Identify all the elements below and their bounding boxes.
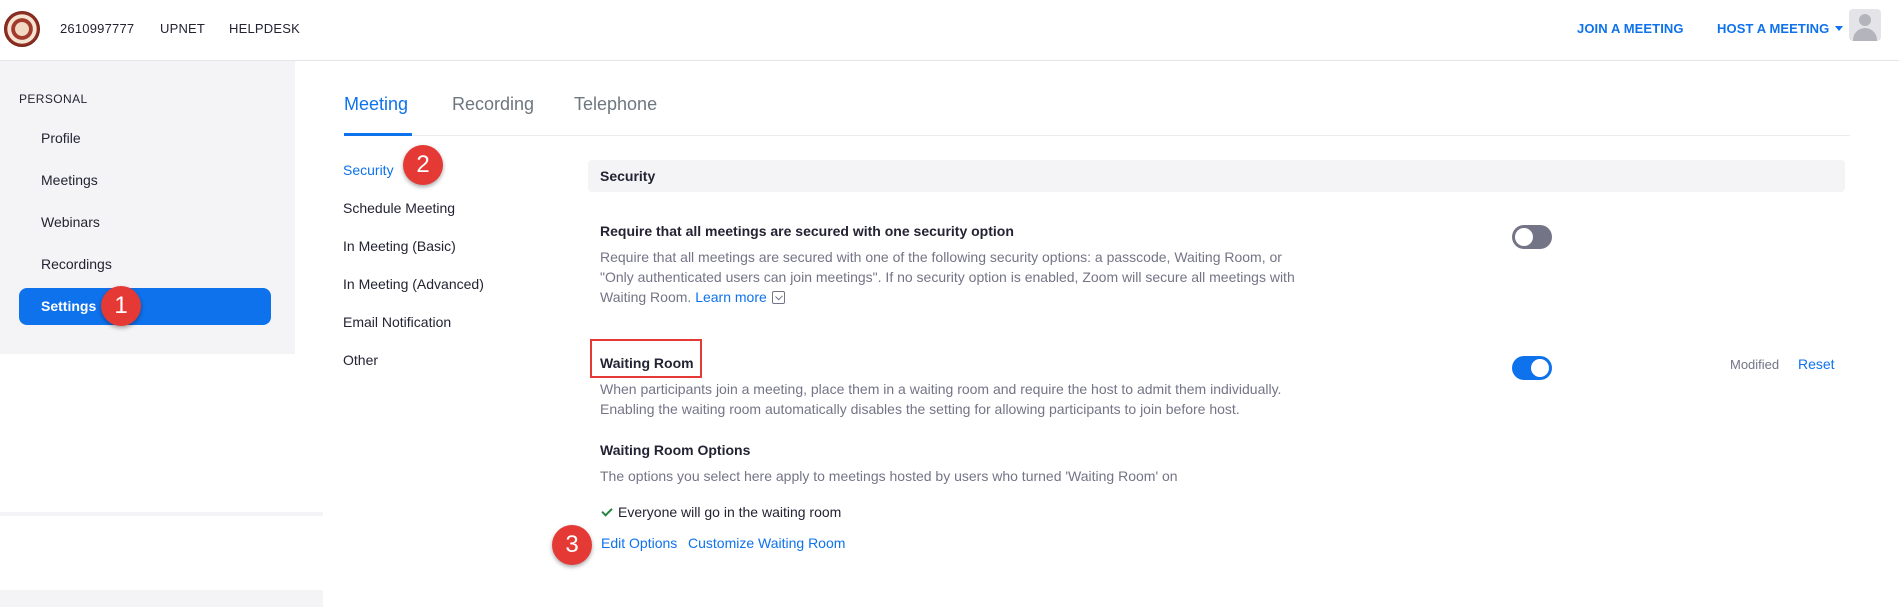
customize-waiting-room-link[interactable]: Customize Waiting Room xyxy=(688,535,845,551)
checkmark-icon xyxy=(601,505,613,517)
active-tab-indicator xyxy=(344,133,412,136)
description-line: When participants join a meeting, place … xyxy=(600,381,1282,397)
require-security-description: Require that all meetings are secured wi… xyxy=(600,247,1295,307)
sidebar-item-recordings[interactable]: Recordings xyxy=(41,256,112,272)
avatar-head-shape xyxy=(1859,14,1871,26)
tabs-divider xyxy=(344,135,1850,136)
waiting-room-options-title: Waiting Room Options xyxy=(600,442,751,458)
tab-meeting[interactable]: Meeting xyxy=(344,94,408,115)
host-meeting-label: HOST A MEETING xyxy=(1717,21,1830,36)
subnav-email-notification[interactable]: Email Notification xyxy=(343,314,451,330)
waiting-room-options-description: The options you select here apply to mee… xyxy=(600,468,1178,484)
section-title: Security xyxy=(600,168,656,184)
subnav-schedule-meeting[interactable]: Schedule Meeting xyxy=(343,200,455,216)
phone-number-link[interactable]: 2610997777 xyxy=(60,21,134,36)
require-security-title: Require that all meetings are secured wi… xyxy=(600,223,1014,239)
description-line: Enabling the waiting room automatically … xyxy=(600,401,1240,417)
join-meeting-link[interactable]: JOIN A MEETING xyxy=(1577,21,1684,36)
host-meeting-dropdown[interactable]: HOST A MEETING xyxy=(1717,21,1844,36)
selected-option: Everyone will go in the waiting room xyxy=(600,504,841,520)
sidebar-empty-area xyxy=(0,354,323,607)
waiting-room-toggle[interactable] xyxy=(1512,356,1552,380)
edit-options-link[interactable]: Edit Options xyxy=(601,535,677,551)
tab-telephone[interactable]: Telephone xyxy=(574,94,657,115)
sidebar-item-label: Settings xyxy=(41,298,97,314)
organization-logo[interactable] xyxy=(4,11,40,47)
selected-option-label: Everyone will go in the waiting room xyxy=(618,504,842,520)
learn-more-link[interactable]: Learn more xyxy=(695,289,767,305)
upnet-link[interactable]: UPNET xyxy=(160,21,205,36)
annotation-badge-1: 1 xyxy=(101,286,141,326)
user-avatar[interactable] xyxy=(1849,9,1881,41)
tab-recording[interactable]: Recording xyxy=(452,94,534,115)
subnav-in-meeting-basic[interactable]: In Meeting (Basic) xyxy=(343,238,456,254)
annotation-badge-3: 3 xyxy=(552,525,592,565)
toggle-knob xyxy=(1515,228,1533,246)
sidebar-item-webinars[interactable]: Webinars xyxy=(41,214,100,230)
subnav-in-meeting-advanced[interactable]: In Meeting (Advanced) xyxy=(343,276,484,292)
external-link-icon[interactable] xyxy=(771,291,785,304)
sidebar-item-profile[interactable]: Profile xyxy=(41,130,81,146)
description-text: Waiting Room. xyxy=(600,289,692,305)
waiting-room-description: When participants join a meeting, place … xyxy=(600,379,1281,419)
sidebar-divider xyxy=(0,512,323,516)
description-line: "Only authenticated users can join meeti… xyxy=(600,269,1295,285)
avatar-body-shape xyxy=(1853,28,1877,41)
waiting-room-highlight-box xyxy=(590,339,702,378)
annotation-badge-2: 2 xyxy=(403,145,443,185)
caret-down-icon xyxy=(1835,26,1844,31)
description-line: Waiting Room. Learn more xyxy=(600,287,1295,307)
sidebar-item-meetings[interactable]: Meetings xyxy=(41,172,98,188)
description-line: Require that all meetings are secured wi… xyxy=(600,249,1282,265)
top-navigation-bar: 2610997777 UPNET HELPDESK JOIN A MEETING… xyxy=(0,0,1899,61)
toggle-knob xyxy=(1531,359,1549,377)
sidebar-divider xyxy=(0,590,323,607)
sidebar-heading: PERSONAL xyxy=(19,92,88,106)
subnav-security[interactable]: Security xyxy=(343,162,394,178)
section-header: Security xyxy=(588,160,1845,192)
require-security-toggle[interactable] xyxy=(1512,225,1552,249)
reset-link[interactable]: Reset xyxy=(1798,356,1835,372)
helpdesk-link[interactable]: HELPDESK xyxy=(229,21,300,36)
subnav-other[interactable]: Other xyxy=(343,352,378,368)
modified-label: Modified xyxy=(1730,357,1780,372)
sidebar-item-settings[interactable]: Settings xyxy=(19,288,271,325)
